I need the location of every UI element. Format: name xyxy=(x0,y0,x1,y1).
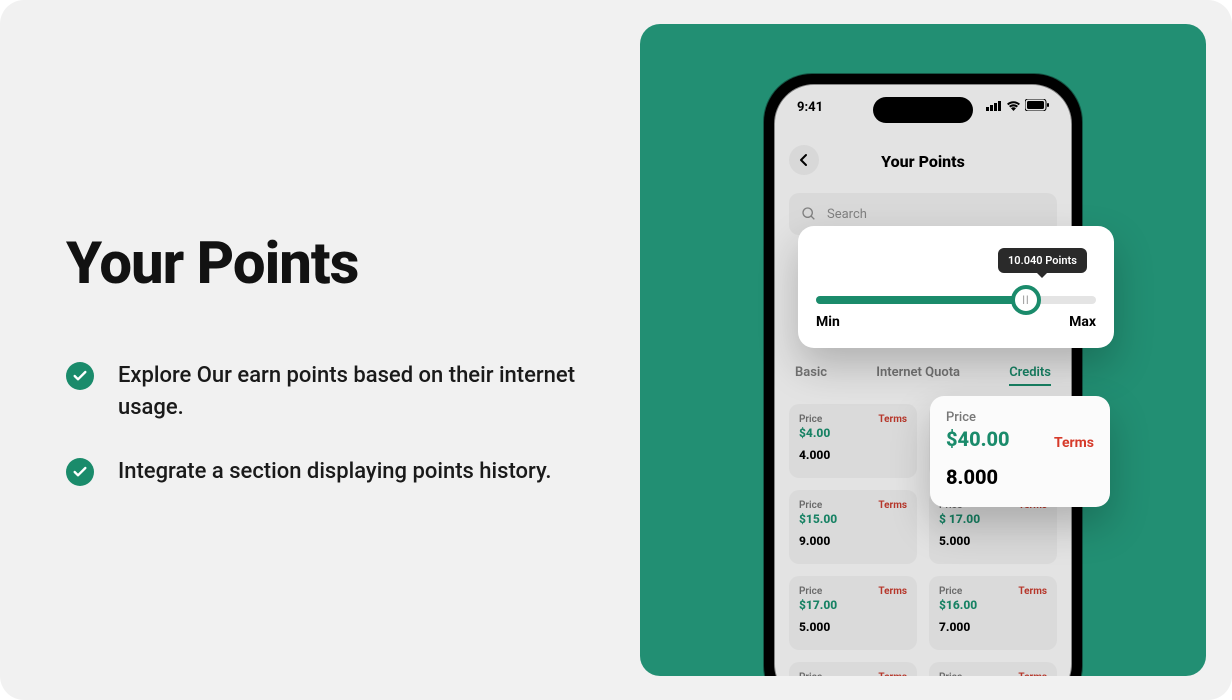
signal-icon xyxy=(986,100,1002,115)
price-value: $15.00 xyxy=(799,512,837,526)
page-title: Your Points xyxy=(66,230,580,298)
bullet-item: Explore Our earn points based on their i… xyxy=(66,360,580,424)
slider-tooltip: 10.040 Points xyxy=(998,248,1087,273)
price-value: $ 17.00 xyxy=(939,512,980,526)
slider-track[interactable]: || xyxy=(816,296,1096,304)
phone-notch xyxy=(873,97,973,123)
price-label: Price xyxy=(939,672,977,676)
points-value: 9.000 xyxy=(799,534,907,548)
price-label: Price xyxy=(946,410,1010,425)
terms-link[interactable]: Terms xyxy=(878,586,907,597)
terms-link[interactable]: Terms xyxy=(1018,586,1047,597)
wifi-icon xyxy=(1006,100,1021,115)
terms-link[interactable]: Terms xyxy=(1054,435,1094,451)
search-placeholder: Search xyxy=(827,207,867,222)
price-label: Price xyxy=(799,672,837,676)
price-value: $40.00 xyxy=(946,427,1010,451)
price-card-item[interactable]: Price$20.00Terms xyxy=(929,662,1057,676)
points-value: 4.000 xyxy=(799,448,907,462)
price-card-item[interactable]: Price$17.00 Terms 5.000 xyxy=(789,576,917,650)
terms-link[interactable]: Terms xyxy=(878,672,907,676)
price-card-item[interactable]: Price$19.00Terms xyxy=(789,662,917,676)
tab-basic[interactable]: Basic xyxy=(795,365,827,386)
bullet-text: Integrate a section displaying points hi… xyxy=(118,456,552,488)
featured-price-card[interactable]: Price $40.00 Terms 8.000 xyxy=(930,396,1110,507)
status-time: 9:41 xyxy=(797,100,823,115)
price-value: $4.00 xyxy=(799,426,830,440)
showcase-panel: 9:41 Your Points xyxy=(640,24,1206,676)
slider-min-label: Min xyxy=(816,314,840,330)
phone-frame: 9:41 Your Points xyxy=(764,74,1082,676)
bullet-item: Integrate a section displaying points hi… xyxy=(66,456,580,488)
points-value: 7.000 xyxy=(939,620,1047,634)
price-label: Price xyxy=(799,586,837,597)
price-card-item[interactable]: Price$4.00 Terms 4.000 xyxy=(789,404,917,478)
chevron-left-icon xyxy=(799,153,809,167)
price-card-item[interactable]: Price$15.00 Terms 9.000 xyxy=(789,490,917,564)
tab-internet-quota[interactable]: Internet Quota xyxy=(876,365,960,386)
bullet-text: Explore Our earn points based on their i… xyxy=(118,360,578,424)
points-value: 5.000 xyxy=(799,620,907,634)
terms-link[interactable]: Terms xyxy=(878,414,907,425)
search-icon xyxy=(801,206,817,222)
terms-link[interactable]: Terms xyxy=(878,500,907,511)
back-button[interactable] xyxy=(789,145,819,175)
points-slider-card: 10.040 Points || Min Max xyxy=(798,226,1114,348)
points-value: 8.000 xyxy=(946,465,1094,489)
price-label: Price xyxy=(799,414,830,425)
check-icon xyxy=(66,458,94,486)
slider-max-label: Max xyxy=(1069,314,1096,330)
points-value: 5.000 xyxy=(939,534,1047,548)
price-card-item[interactable]: Price$16.00 Terms 7.000 xyxy=(929,576,1057,650)
price-value: $16.00 xyxy=(939,598,977,612)
tab-credits[interactable]: Credits xyxy=(1009,365,1051,386)
price-label: Price xyxy=(939,586,977,597)
terms-link[interactable]: Terms xyxy=(1018,672,1047,676)
app-title: Your Points xyxy=(881,152,965,171)
tabs: Basic Internet Quota Credits xyxy=(789,365,1057,386)
price-label: Price xyxy=(799,500,837,511)
slider-fill xyxy=(816,296,1026,304)
battery-icon xyxy=(1025,99,1049,115)
price-value: $17.00 xyxy=(799,598,837,612)
check-icon xyxy=(66,362,94,390)
slider-handle[interactable]: || xyxy=(1011,285,1041,315)
